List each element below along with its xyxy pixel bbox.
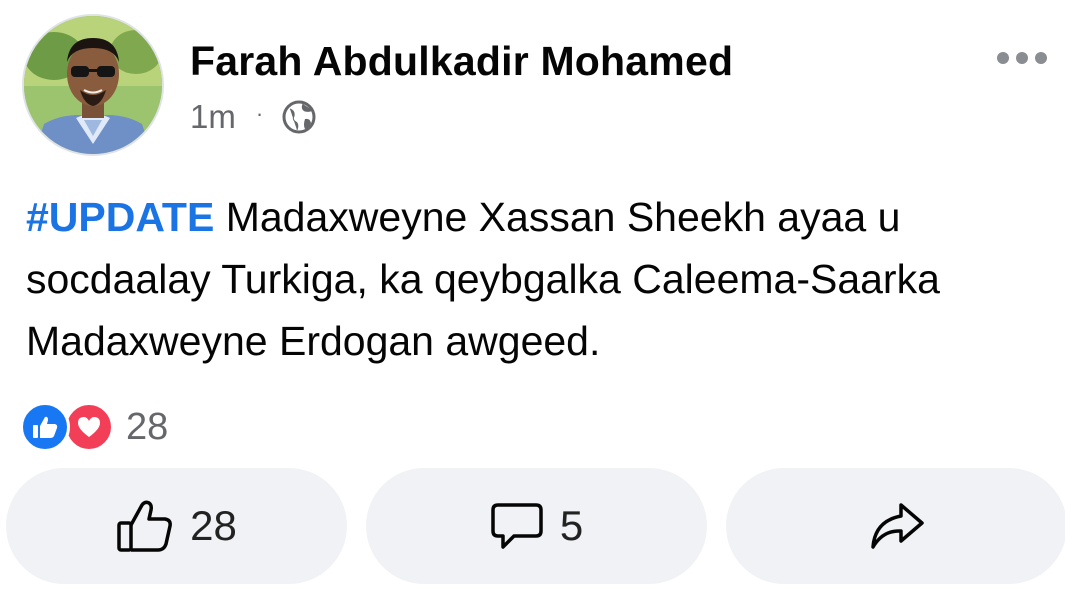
globe-icon [282, 100, 316, 134]
like-reaction-icon [20, 402, 70, 452]
author-avatar[interactable] [22, 14, 164, 156]
author-name[interactable]: Farah Abdulkadir Mohamed [190, 38, 733, 85]
like-count: 28 [190, 502, 237, 549]
post-timestamp[interactable]: 1m [190, 98, 236, 136]
privacy-indicator[interactable] [281, 99, 317, 135]
meta-separator: · [255, 101, 264, 126]
post-body: #UPDATE Madaxweyne Xassan Sheekh ayaa u … [26, 186, 1046, 372]
hashtag-link[interactable]: #UPDATE [26, 194, 214, 240]
thumbs-up-icon [117, 500, 173, 552]
comment-icon [491, 503, 543, 549]
comment-count: 5 [559, 502, 584, 549]
more-dots-icon [997, 52, 1047, 64]
like-button[interactable]: 28 [6, 468, 347, 584]
avatar-photo [24, 16, 162, 154]
post-meta: 1m · [190, 97, 317, 137]
share-button[interactable] [726, 468, 1065, 584]
post-card: Farah Abdulkadir Mohamed 1m · #UPDATE Ma… [0, 0, 1065, 592]
post-actions: 28 5 [6, 468, 1065, 584]
more-options-button[interactable] [993, 38, 1051, 78]
reaction-count: 28 [126, 405, 169, 448]
love-reaction-icon [64, 402, 114, 452]
share-arrow-icon [870, 503, 924, 549]
reactions-summary[interactable]: 28 [20, 400, 168, 454]
comment-button[interactable]: 5 [366, 468, 707, 584]
